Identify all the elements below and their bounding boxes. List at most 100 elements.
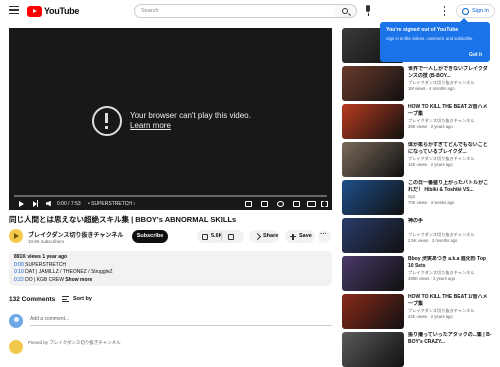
error-message: Your browser can't play this video. bbox=[130, 111, 251, 120]
recommendation-title[interactable]: HOW TO KILL THE BEAT 1/音ハメ一ブ集 bbox=[408, 294, 492, 307]
share-icon bbox=[253, 232, 262, 241]
got-it-button[interactable]: Got it bbox=[469, 52, 482, 58]
add-comment-input[interactable]: Add a comment... bbox=[30, 316, 332, 326]
recommendation-title[interactable]: Bboy 渋実あつき a.k.a 進化形 Top 10 Sets bbox=[408, 256, 492, 269]
settings-icon[interactable] bbox=[277, 200, 284, 207]
subtitles-icon[interactable] bbox=[261, 200, 268, 207]
chapter-text: DAT | JAMILLZ / THEONEZ / StruggleZ bbox=[25, 269, 113, 275]
video-thumbnail[interactable] bbox=[342, 142, 404, 177]
video-title: 同じ人間とは思えない超絶スキル集 | BBOY's ABNORMAL SKILL… bbox=[9, 215, 237, 224]
recommendation-title[interactable]: この日一番盛り上がったバトルがこれだ！ Hibiki & Toshiki VS.… bbox=[408, 180, 492, 193]
subscribe-button[interactable]: Subscribe bbox=[132, 230, 168, 243]
pinned-comment-avatar[interactable] bbox=[9, 340, 23, 354]
recommendation-item[interactable]: 神の手 ブレイクダンス切り抜きチャンネル 2.5K views · 3 months… bbox=[342, 218, 492, 253]
search-input[interactable]: Search bbox=[134, 4, 336, 18]
save-icon bbox=[290, 233, 296, 241]
top-bar: YouTube Search Sign in bbox=[0, 0, 500, 22]
microphone-icon[interactable] bbox=[363, 5, 373, 17]
like-divider bbox=[221, 232, 222, 241]
thumbs-down-icon[interactable] bbox=[228, 233, 234, 240]
share-label: Share bbox=[263, 233, 279, 239]
comment-count: 132 Comments bbox=[9, 296, 56, 303]
recommendation-item[interactable]: 世界で一人しかできないブレイクダンスの技 (B-BOY... ブレイクダンス切り抜… bbox=[342, 66, 492, 101]
playback-error: Your browser can't play this video. Lear… bbox=[92, 106, 251, 136]
recommendation-meta: 285K views · 2 years ago bbox=[408, 276, 456, 281]
recommendation-item[interactable]: 振り撮っていったアタックの...集 | B-BOY's CRAZY... bbox=[342, 332, 492, 367]
search-icon bbox=[342, 8, 348, 14]
volume-icon[interactable] bbox=[46, 200, 51, 207]
settings-more-icon[interactable] bbox=[443, 6, 446, 16]
progress-bar[interactable] bbox=[14, 195, 327, 197]
recommendation-item[interactable]: この日一番盛り上がったバトルがこれだ！ Hibiki & Toshiki VS.… bbox=[342, 180, 492, 215]
player-controls: 0:00 / 7:53 • SUPERSTRETCH › bbox=[9, 198, 332, 210]
sort-button[interactable]: Sort by bbox=[62, 296, 92, 302]
recommendation-channel[interactable]: Syo bbox=[408, 194, 492, 199]
recommendation-title[interactable]: HOW TO KILL THE BEAT 2/音ハメ一ブ集 bbox=[408, 104, 492, 117]
signin-tooltip: You're signed out of YouTube Sign in to … bbox=[380, 18, 490, 62]
description-line: 0:22 DO | KGB CREW Show more bbox=[14, 277, 327, 285]
youtube-logo-icon bbox=[27, 5, 42, 17]
channel-avatar[interactable] bbox=[9, 229, 23, 243]
tooltip-body: Sign in to like videos, comment, and sub… bbox=[386, 36, 474, 41]
view-count-date: 891K views 1 year ago bbox=[14, 254, 68, 260]
timestamp-link[interactable]: 0:22 bbox=[14, 277, 24, 283]
menu-icon[interactable] bbox=[9, 6, 19, 14]
recommendation-title[interactable]: 神の手 bbox=[408, 218, 492, 225]
youtube-logo[interactable]: YouTube bbox=[27, 5, 79, 17]
recommendation-meta: 1M views · 4 months ago bbox=[408, 86, 455, 91]
recommendation-meta: 2.5K views · 3 months ago bbox=[408, 238, 458, 243]
recommendation-item[interactable]: Bboy 渋実あつき a.k.a 進化形 Top 10 Sets ブレイクダンス切… bbox=[342, 256, 492, 291]
save-label: Save bbox=[299, 233, 312, 239]
video-thumbnail[interactable] bbox=[342, 294, 404, 329]
sign-in-button[interactable]: Sign in bbox=[456, 4, 495, 18]
save-button[interactable]: Save bbox=[285, 230, 315, 243]
search-button[interactable] bbox=[335, 4, 357, 18]
chapter-text: SUPERSTRETCH bbox=[25, 261, 66, 268]
recommendation-title[interactable]: 体が柔らかすぎてどんでもないことになっているブレイクダ... bbox=[408, 142, 492, 155]
subscriber-count: 10.9K subscribers bbox=[28, 239, 65, 244]
video-thumbnail[interactable] bbox=[342, 256, 404, 291]
pinned-label: Pinned by ブレイクダンス切り抜きチャンネル bbox=[28, 340, 121, 345]
recommendation-meta: 14K views · 2 years ago bbox=[408, 162, 453, 167]
show-more-button[interactable]: Show more bbox=[65, 277, 92, 283]
recommendation-item[interactable]: HOW TO KILL THE BEAT 1/音ハメ一ブ集 ブレイクダンス切り抜き… bbox=[342, 294, 492, 329]
recommendation-meta: 26K views · 2 years ago bbox=[408, 124, 453, 129]
video-thumbnail[interactable] bbox=[342, 66, 404, 101]
timestamp-link[interactable]: 0:10 bbox=[14, 269, 24, 275]
timestamp-link[interactable]: 0:00 bbox=[14, 262, 24, 268]
recommendation-item[interactable]: 体が柔らかすぎてどんでもないことになっているブレイクダ... ブレイクダンス切り抜… bbox=[342, 142, 492, 177]
learn-more-link[interactable]: Learn more bbox=[130, 121, 251, 131]
description-line: 0:10 DAT | JAMILLZ / THEONEZ / StruggleZ bbox=[14, 269, 327, 277]
logo-text: YouTube bbox=[44, 6, 80, 16]
video-thumbnail[interactable] bbox=[342, 332, 404, 367]
more-actions-icon[interactable] bbox=[318, 230, 331, 243]
recommendation-item[interactable]: HOW TO KILL THE BEAT 2/音ハメ一ブ集 ブレイクダンス切り抜き… bbox=[342, 104, 492, 139]
thumbs-up-icon bbox=[202, 233, 208, 240]
tooltip-heading: You're signed out of YouTube bbox=[386, 27, 459, 33]
recommendation-meta: 22K views · 2 years ago bbox=[408, 314, 453, 319]
description-box[interactable]: 891K views 1 year ago 0:00 SUPERSTRETCH … bbox=[9, 251, 332, 286]
share-button[interactable]: Share bbox=[249, 230, 279, 243]
theater-icon[interactable] bbox=[307, 200, 316, 207]
video-thumbnail[interactable] bbox=[342, 180, 404, 215]
sign-in-label: Sign in bbox=[472, 8, 489, 14]
description-line: 0:00 SUPERSTRETCH bbox=[14, 262, 327, 270]
autoplay-icon[interactable] bbox=[245, 200, 252, 207]
chapter-label[interactable]: • SUPERSTRETCH › bbox=[88, 201, 135, 207]
miniplayer-icon[interactable] bbox=[293, 200, 300, 207]
account-icon bbox=[462, 7, 469, 15]
recommendation-title[interactable]: 振り撮っていったアタックの...集 | B-BOY's CRAZY... bbox=[408, 332, 492, 345]
play-icon[interactable] bbox=[19, 200, 24, 207]
video-thumbnail[interactable] bbox=[342, 218, 404, 253]
error-icon bbox=[92, 106, 122, 136]
recommendation-meta: 70K views · 3 weeks ago bbox=[408, 200, 455, 205]
next-icon[interactable] bbox=[33, 200, 39, 207]
video-thumbnail[interactable] bbox=[342, 104, 404, 139]
chapter-text: DO | KGB CREW bbox=[25, 276, 64, 283]
fullscreen-icon[interactable] bbox=[321, 200, 328, 207]
channel-name[interactable]: ブレイクダンス切り抜きチャンネル bbox=[28, 230, 123, 239]
video-player[interactable]: Your browser can't play this video. Lear… bbox=[9, 28, 332, 210]
recommendation-title[interactable]: 世界で一人しかできないブレイクダンスの技 (B-BOY... bbox=[408, 66, 492, 79]
time-display: 0:00 / 7:53 bbox=[57, 201, 81, 207]
sort-icon bbox=[62, 296, 69, 302]
